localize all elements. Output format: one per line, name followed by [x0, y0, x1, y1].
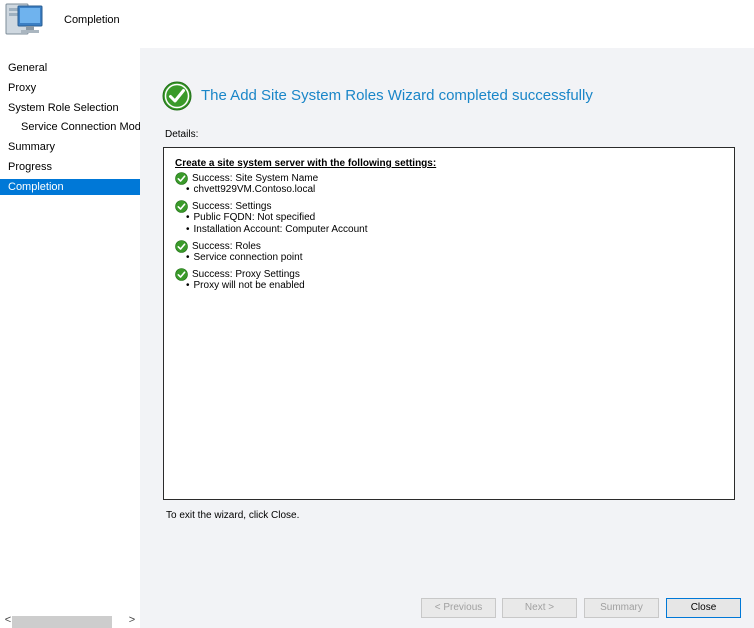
- success-item-detail: Proxy will not be enabled: [186, 280, 305, 291]
- details-panel: Create a site system server with the fol…: [163, 147, 735, 500]
- previous-button[interactable]: < Previous: [421, 598, 496, 618]
- success-item-detail: Public FQDN: Not specified: [186, 212, 316, 223]
- wizard-header: Completion: [0, 0, 754, 48]
- success-item-title: Success: Proxy Settings: [192, 268, 300, 280]
- details-heading: Create a site system server with the fol…: [175, 158, 437, 169]
- sidebar-horizontal-scrollbar[interactable]: < >: [0, 612, 140, 628]
- scrollbar-thumb[interactable]: [12, 616, 112, 628]
- success-item-title: Success: Site System Name: [192, 173, 319, 184]
- page-title: Completion: [64, 14, 120, 26]
- sidebar-item-general[interactable]: General: [0, 60, 140, 76]
- success-check-icon: [162, 81, 192, 111]
- scroll-right-icon[interactable]: >: [124, 612, 140, 628]
- wizard-nav: General Proxy System Role Selection Service…: [0, 58, 140, 603]
- close-button[interactable]: Close: [666, 598, 741, 618]
- details-label: Details:: [165, 129, 199, 140]
- wizard-content: The Add Site System Roles Wizard complet…: [140, 48, 754, 628]
- success-item-detail: Service connection point: [186, 252, 303, 263]
- computer-icon: [5, 3, 43, 35]
- next-button[interactable]: Next >: [502, 598, 577, 618]
- summary-button[interactable]: Summary: [584, 598, 659, 618]
- sidebar-item-summary[interactable]: Summary: [0, 139, 140, 155]
- exit-instructions: To exit the wizard, click Close.: [166, 510, 300, 521]
- sidebar-item-progress[interactable]: Progress: [0, 159, 140, 175]
- completion-message: The Add Site System Roles Wizard complet…: [201, 87, 593, 104]
- sidebar-item-system-role-selection[interactable]: System Role Selection: [0, 100, 140, 116]
- success-item-detail: Installation Account: Computer Account: [186, 224, 368, 235]
- success-item-title: Success: Settings: [192, 201, 272, 212]
- sidebar-item-service-connection-mode[interactable]: Service Connection Mode: [0, 119, 140, 135]
- success-item-detail: chvett929VM.Contoso.local: [186, 184, 316, 195]
- sidebar-item-proxy[interactable]: Proxy: [0, 80, 140, 96]
- sidebar-item-completion[interactable]: Completion: [0, 178, 140, 195]
- success-item-title: Success: Roles: [192, 240, 261, 252]
